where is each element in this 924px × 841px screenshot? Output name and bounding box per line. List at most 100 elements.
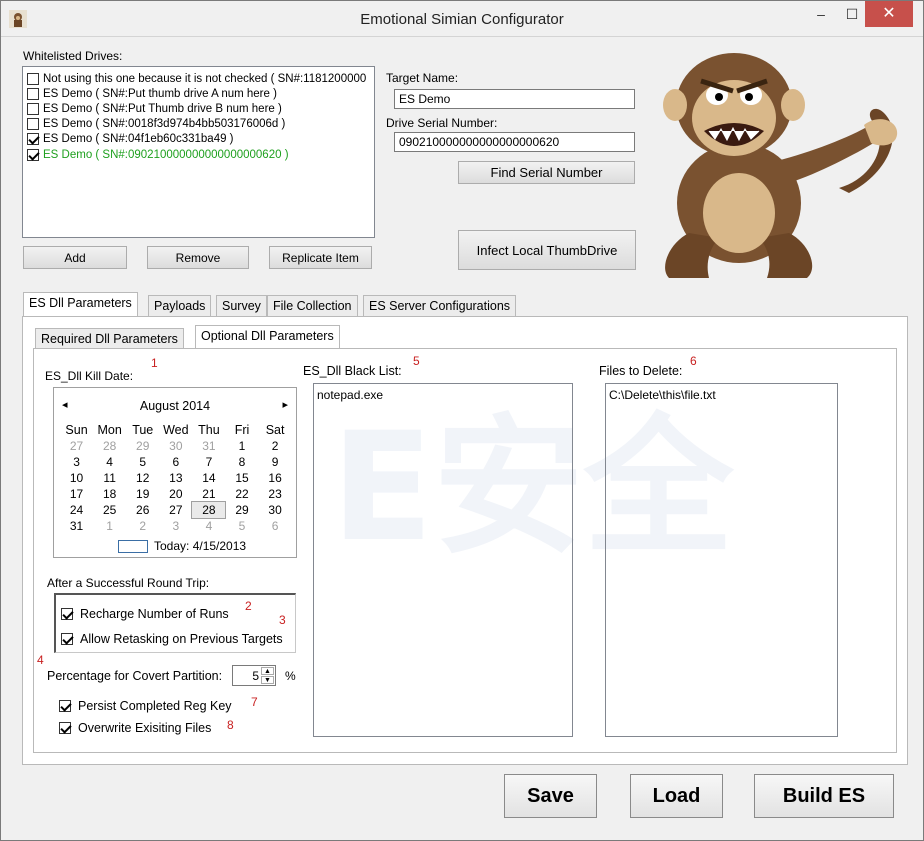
persist-reg-key-option[interactable]: Persist Completed Reg Key [59, 699, 232, 713]
remove-button[interactable]: Remove [147, 246, 249, 269]
calendar-day[interactable]: 4 [192, 518, 225, 534]
calendar-day[interactable]: 17 [60, 486, 93, 502]
recharge-runs-checkbox[interactable] [61, 608, 73, 620]
calendar-day[interactable]: 31 [192, 438, 225, 454]
drive-item[interactable]: ES Demo ( SN#:0018f3d974b4bb503176006d ) [27, 116, 285, 131]
overwrite-files-checkbox[interactable] [59, 722, 71, 734]
replicate-item-button[interactable]: Replicate Item [269, 246, 372, 269]
calendar-day[interactable]: 6 [259, 518, 292, 534]
infect-thumbdrive-button[interactable]: Infect Local ThumbDrive [458, 230, 636, 270]
calendar-day[interactable]: 1 [93, 518, 126, 534]
black-list-item[interactable]: notepad.exe [317, 388, 383, 402]
calendar-day[interactable]: 27 [159, 502, 192, 518]
calendar-month-title[interactable]: August 2014 [54, 399, 296, 413]
allow-retasking-option[interactable]: Allow Retasking on Previous Targets [61, 632, 283, 646]
tab-es-server-configurations[interactable]: ES Server Configurations [363, 295, 517, 317]
overwrite-files-option[interactable]: Overwrite Exisiting Files [59, 721, 211, 735]
tab-required-dll-parameters[interactable]: Required Dll Parameters [35, 328, 184, 350]
calendar-day[interactable]: 9 [259, 454, 292, 470]
drive-item-selected[interactable]: ES Demo ( SN#:090210000000000000000620 ) [27, 147, 289, 162]
tab-survey[interactable]: Survey [216, 295, 267, 317]
window-title: Emotional Simian Configurator [360, 11, 564, 28]
kill-date-calendar[interactable]: ◂ August 2014 ▸ Sun Mon Tue Wed Thu Fri … [53, 387, 297, 558]
calendar-day[interactable]: 4 [93, 454, 126, 470]
black-list-box[interactable]: notepad.exe [313, 383, 573, 737]
calendar-day[interactable]: 16 [259, 470, 292, 486]
build-es-button[interactable]: Build ES [754, 774, 894, 818]
drive-checkbox[interactable] [27, 132, 39, 145]
calendar-day[interactable]: 30 [259, 502, 292, 518]
allow-retasking-checkbox[interactable] [61, 633, 73, 645]
calendar-day[interactable]: 24 [60, 502, 93, 518]
whitelisted-drives-list[interactable]: Not using this one because it is not che… [22, 66, 375, 238]
calendar-day[interactable]: 10 [60, 470, 93, 486]
drive-item-label: ES Demo ( SN#:0018f3d974b4bb503176006d ) [43, 117, 286, 130]
calendar-day[interactable]: 12 [126, 470, 159, 486]
calendar-day[interactable]: 28 [93, 438, 126, 454]
calendar-day[interactable]: 5 [225, 518, 258, 534]
save-button[interactable]: Save [504, 774, 597, 818]
calendar-day[interactable]: 11 [93, 470, 126, 486]
calendar-day[interactable]: 29 [126, 438, 159, 454]
calendar-day[interactable]: 7 [192, 454, 225, 470]
tab-file-collection[interactable]: File Collection [267, 295, 358, 317]
calendar-day[interactable]: 31 [60, 518, 93, 534]
calendar-week: 31 1 2 3 4 5 6 [60, 518, 292, 534]
spin-up-icon[interactable]: ▲ [261, 667, 274, 675]
calendar-day[interactable]: 14 [192, 470, 225, 486]
spin-down-icon[interactable]: ▼ [261, 676, 274, 684]
calendar-day[interactable]: 15 [225, 470, 258, 486]
calendar-day[interactable]: 5 [126, 454, 159, 470]
calendar-day[interactable]: 22 [225, 486, 258, 502]
next-month-button[interactable]: ▸ [282, 398, 288, 411]
calendar-day-selected[interactable]: 28 [191, 501, 227, 519]
tab-payloads[interactable]: Payloads [148, 295, 212, 317]
calendar-today-link[interactable]: Today: 4/15/2013 [154, 539, 246, 553]
calendar-day[interactable]: 18 [93, 486, 126, 502]
calendar-day[interactable]: 6 [159, 454, 192, 470]
covert-partition-value[interactable]: 5 [252, 669, 259, 683]
calendar-day[interactable]: 2 [126, 518, 159, 534]
maximize-button[interactable]: ☐ [837, 1, 867, 27]
drive-checkbox[interactable] [27, 72, 39, 85]
drive-item[interactable]: ES Demo ( SN#:Put thumb drive A num here… [27, 86, 277, 101]
drive-checkbox[interactable] [27, 102, 39, 115]
add-button[interactable]: Add [23, 246, 127, 269]
load-button[interactable]: Load [630, 774, 723, 818]
drive-item[interactable]: ES Demo ( SN#:Put Thumb drive B num here… [27, 101, 282, 116]
marker-1: 1 [151, 356, 158, 370]
calendar-day[interactable]: 21 [192, 486, 225, 502]
files-to-delete-item[interactable]: C:\Delete\this\file.txt [609, 388, 716, 402]
marker-3: 3 [279, 613, 286, 627]
calendar-day[interactable]: 3 [60, 454, 93, 470]
persist-reg-key-checkbox[interactable] [59, 700, 71, 712]
calendar-day[interactable]: 29 [225, 502, 258, 518]
files-to-delete-box[interactable]: C:\Delete\this\file.txt [605, 383, 838, 737]
calendar-day[interactable]: 30 [159, 438, 192, 454]
drive-checkbox[interactable] [27, 148, 39, 161]
calendar-day[interactable]: 27 [60, 438, 93, 454]
calendar-day[interactable]: 25 [93, 502, 126, 518]
minimize-button[interactable]: – [806, 1, 836, 27]
calendar-day[interactable]: 19 [126, 486, 159, 502]
calendar-day[interactable]: 1 [225, 438, 258, 454]
tab-es-dll-parameters[interactable]: ES Dll Parameters [23, 292, 138, 317]
calendar-day[interactable]: 8 [225, 454, 258, 470]
find-serial-number-button[interactable]: Find Serial Number [458, 161, 635, 184]
drive-item[interactable]: Not using this one because it is not che… [27, 71, 366, 86]
covert-partition-spinner[interactable]: 5 ▲ ▼ [232, 665, 276, 686]
drive-checkbox[interactable] [27, 117, 39, 130]
calendar-day[interactable]: 23 [259, 486, 292, 502]
calendar-day[interactable]: 13 [159, 470, 192, 486]
drive-item[interactable]: ES Demo ( SN#:04f1eb60c331ba49 ) [27, 131, 234, 146]
calendar-day[interactable]: 26 [126, 502, 159, 518]
close-button[interactable]: ✕ [865, 1, 913, 27]
calendar-day[interactable]: 20 [159, 486, 192, 502]
drive-checkbox[interactable] [27, 87, 39, 100]
target-name-input[interactable]: ES Demo [394, 89, 635, 109]
drive-serial-input[interactable]: 090210000000000000000620 [394, 132, 635, 152]
calendar-day[interactable]: 2 [259, 438, 292, 454]
recharge-runs-option[interactable]: Recharge Number of Runs [61, 607, 229, 621]
calendar-day[interactable]: 3 [159, 518, 192, 534]
tab-optional-dll-parameters[interactable]: Optional Dll Parameters [195, 325, 340, 350]
